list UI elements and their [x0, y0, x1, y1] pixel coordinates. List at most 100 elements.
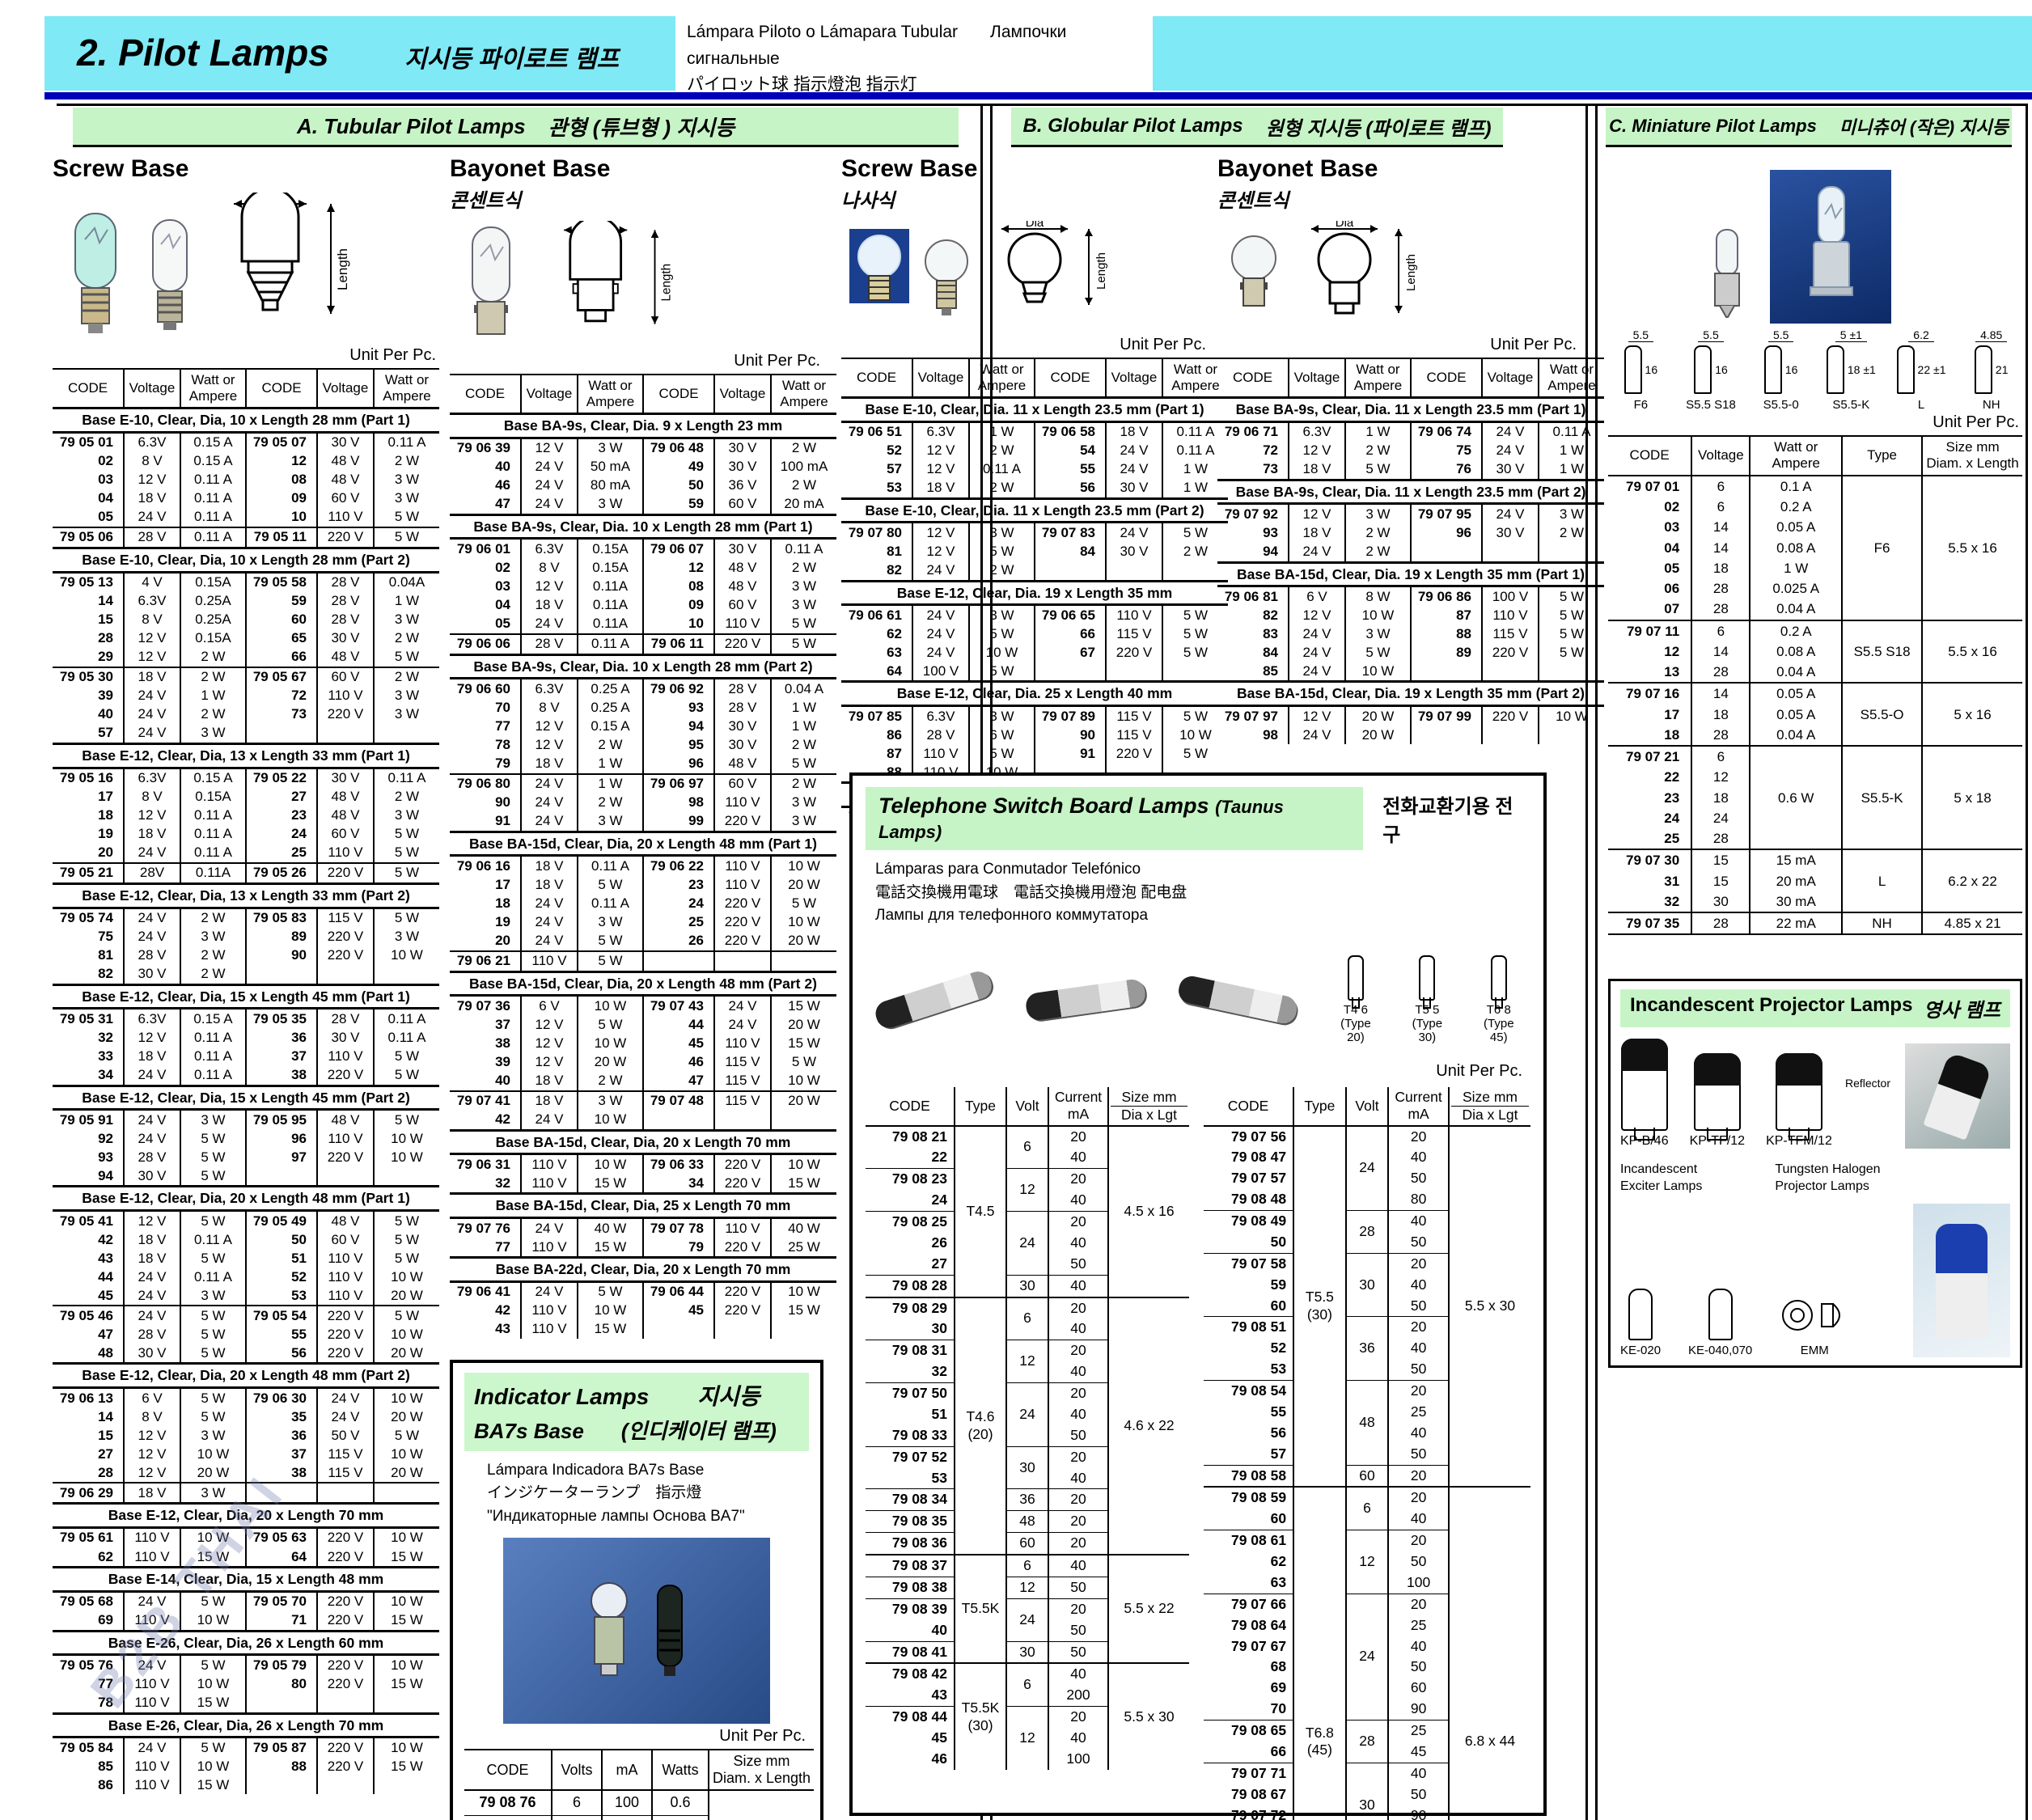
- watt-cell: 0.11 A: [180, 527, 246, 548]
- group-title: Base BA-15d, Clear, Dia, 25 x Length 70 …: [450, 1194, 836, 1218]
- size-cell: 5.5 x 16: [1922, 476, 2022, 620]
- group-title: Base BA-15d, Clear, Dia, 20 x Length 48 …: [450, 832, 836, 856]
- watt-cell: 3 W: [578, 438, 643, 458]
- code-cell: 96: [643, 755, 714, 774]
- code-cell: 79 07 95: [1411, 504, 1482, 524]
- watt-cell: 2 W: [180, 648, 246, 667]
- globe-bayonet-diagram: Dia Length: [1293, 221, 1431, 334]
- reflector-label: Reflector: [1845, 1077, 1890, 1090]
- column-header: Voltage: [1289, 358, 1345, 398]
- watt-cell: 15 W: [180, 1776, 246, 1794]
- table-row: 0524 V0.11 A10110 V5 W: [53, 508, 439, 527]
- watt-cell: 0.025 A: [1750, 578, 1842, 599]
- table-row: 9224 V5 W96110 V10 W: [53, 1129, 439, 1148]
- column-header: Size mmDia x Lgt: [1108, 1087, 1189, 1126]
- code-cell: 20: [450, 932, 521, 951]
- voltage-cell: 30 V: [1482, 523, 1539, 542]
- telephone-lamps-box: Telephone Switch Board Lamps (Taunus Lam…: [849, 772, 1547, 1816]
- watt-cell: 3 W: [1539, 504, 1604, 524]
- voltage-cell: 24 V: [1289, 543, 1345, 563]
- code-cell: [246, 1776, 317, 1794]
- tubular-bulb-diagram: Dia Length: [210, 193, 371, 345]
- code-cell: 50: [1204, 1232, 1293, 1253]
- multilang-box: Lámpara Piloto o Lámapara TubularЛампочк…: [675, 13, 1153, 94]
- table-row: 79 06 016.3V0.15A79 06 0730 V0.11 A: [450, 539, 836, 559]
- voltage-cell: 220 V: [317, 1547, 374, 1568]
- watt-cell: 5 W: [771, 755, 836, 774]
- current-cell: 20: [1048, 1169, 1108, 1190]
- code-cell: 35: [246, 1407, 317, 1426]
- watt-cell: 10 W: [374, 1388, 439, 1408]
- code-cell: 08: [643, 578, 714, 596]
- code-cell: 84: [1035, 543, 1106, 561]
- watt-cell: 5 W: [180, 1325, 246, 1344]
- type-cell: T4.6 (20): [955, 1297, 1006, 1555]
- watt-cell: 3 W: [180, 928, 246, 946]
- length-label: Length: [335, 248, 350, 290]
- telephone-title-kr: 전화교환기용 전구: [1382, 790, 1530, 847]
- current-cell: 20: [1388, 1594, 1449, 1615]
- current-cell: 20: [1048, 1533, 1108, 1555]
- voltage-cell: 30: [1691, 891, 1750, 912]
- code-cell: 79 07 57: [1204, 1168, 1293, 1189]
- voltage-cell: 18 V: [521, 1091, 578, 1111]
- current-cell: 60: [1388, 1678, 1449, 1699]
- code-cell: 59: [1204, 1275, 1293, 1296]
- watt-cell: 0.11 A: [180, 825, 246, 844]
- code-cell: 79 07 41: [450, 1091, 521, 1111]
- watt-cell: 8 W: [1345, 586, 1411, 607]
- code-cell: 56: [1035, 479, 1106, 499]
- current-cell: 80: [1388, 1189, 1449, 1210]
- group-title: Base E-10, Clear, Dia, 10 x Length 28 mm…: [53, 408, 439, 433]
- voltage-cell: 220 V: [317, 527, 374, 548]
- telephone-title: Telephone Switch Board Lamps: [878, 794, 1209, 818]
- telephone-type-icon: [1348, 955, 1364, 1001]
- code-cell: 79 08 48: [1204, 1189, 1293, 1210]
- current-cell: 40: [1388, 1338, 1449, 1359]
- watt-cell: 0.6 W: [1750, 746, 1842, 849]
- voltage-cell: 12 V: [124, 806, 180, 825]
- code-cell: 26: [866, 1233, 955, 1254]
- group-title: Base BA-9s, Clear, Dia. 11 x Length 23.5…: [1217, 398, 1604, 422]
- column-header: Voltage: [521, 375, 578, 414]
- spec-table: CODEVoltageWatt or AmpereCODEVoltageWatt…: [841, 358, 1228, 827]
- voltage-cell: [1482, 662, 1539, 682]
- code-cell: 79: [643, 1238, 714, 1258]
- table-row: 3812 V10 W45110 V15 W: [450, 1034, 836, 1052]
- watt-cell: 5 W: [771, 615, 836, 634]
- voltage-cell: [714, 1320, 771, 1339]
- code-cell: 94: [1217, 543, 1289, 563]
- watt-cell: 20 W: [1345, 726, 1411, 744]
- voltage-cell: 28: [1691, 599, 1750, 620]
- code-cell: 60: [1204, 1296, 1293, 1317]
- code-cell: 02: [1608, 497, 1691, 517]
- voltage-cell: 24 V: [1482, 504, 1539, 524]
- current-cell: 20: [1388, 1381, 1449, 1402]
- current-cell: 40: [1388, 1275, 1449, 1296]
- code-cell: 79 08 64: [1204, 1615, 1293, 1636]
- voltage-cell: 30 V: [714, 736, 771, 755]
- code-cell: 55: [246, 1325, 317, 1344]
- table-row: 79 06 0628 V0.11 A79 06 11220 V5 W: [450, 634, 836, 655]
- watt-cell: 80 mA: [578, 476, 643, 495]
- current-cell: 20: [1388, 1126, 1449, 1148]
- code-cell: 37: [246, 1445, 317, 1463]
- group-title-row: Base BA-15d, Clear, Dia, 20 x Length 48 …: [450, 971, 836, 996]
- code-cell: 17: [1608, 705, 1691, 725]
- voltage-cell: 28 V: [317, 572, 374, 592]
- volt-cell: 36: [1346, 1317, 1389, 1381]
- table-row: 5712 V0.11 A5524 V1 W: [841, 460, 1228, 479]
- watt-cell: 10 W: [771, 1154, 836, 1175]
- group-title-row: Base BA-15d, Clear, Dia, 25 x Length 70 …: [450, 1194, 836, 1218]
- watt-cell: 5 W: [374, 508, 439, 527]
- code-cell: 26: [643, 932, 714, 951]
- current-cell: 50: [1388, 1551, 1449, 1572]
- voltage-cell: 110 V: [521, 1320, 578, 1339]
- voltage-cell: 6: [1691, 746, 1750, 767]
- section-b-bar: B. Globular Pilot Lamps 원형 지시등 (파이로트 램프): [1011, 108, 1503, 147]
- watt-cell: 0.11 A: [578, 856, 643, 876]
- voltage-cell: [1106, 662, 1162, 682]
- watt-cell: 3 W: [771, 578, 836, 596]
- watt-cell: 10 W: [374, 1129, 439, 1148]
- code-cell: 86: [841, 726, 912, 744]
